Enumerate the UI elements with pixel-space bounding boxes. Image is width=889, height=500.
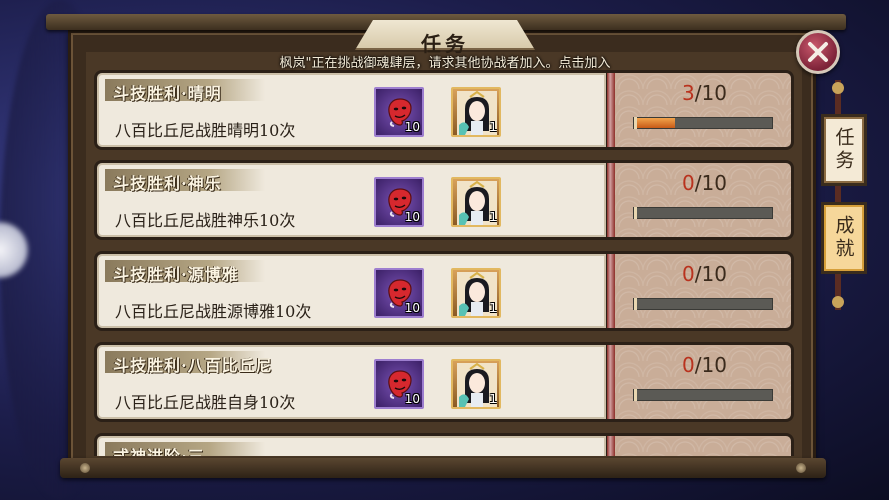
task-row[interactable]: 斗技胜利·晴明 八百比丘尼战胜晴明10次 10 1 3/10	[94, 70, 794, 150]
progress-fill	[634, 118, 676, 128]
scroll-bottom-bar	[60, 458, 826, 478]
progress-current: 0	[682, 171, 695, 195]
task-progress-panel: 0/10	[615, 342, 794, 422]
task-info: 斗技胜利·源博雅 八百比丘尼战胜源博雅10次 10 1	[94, 251, 609, 331]
reward-item[interactable]: 1	[451, 87, 501, 137]
reward-count: 10	[404, 120, 420, 134]
task-row[interactable]: 斗技胜利·神乐 八百比丘尼战胜神乐10次 10 1 0/10	[94, 160, 794, 240]
bolt-icon	[80, 463, 90, 473]
task-row[interactable]: 斗技胜利·源博雅 八百比丘尼战胜源博雅10次 10 1 0/10	[94, 251, 794, 331]
progress-cap	[634, 207, 637, 219]
progress-bar	[633, 389, 773, 401]
progress-bar	[633, 207, 773, 219]
progress-total: /10	[694, 171, 727, 195]
task-description: 八百比丘尼战胜源博雅10次	[115, 302, 312, 321]
task-title: 斗技胜利·晴明	[113, 84, 222, 103]
reward-count: 10	[404, 210, 420, 224]
reward-count: 10	[404, 301, 420, 315]
close-button[interactable]	[796, 30, 840, 74]
tab-task[interactable]: 任务	[821, 114, 867, 186]
task-title: 斗技胜利·八百比丘尼	[113, 356, 273, 375]
progress-bar	[633, 298, 773, 310]
task-info: 斗技胜利·神乐 八百比丘尼战胜神乐10次 10 1	[94, 160, 609, 240]
progress-bar	[633, 117, 773, 129]
task-description: 八百比丘尼战胜自身10次	[115, 393, 296, 412]
task-progress-panel: 3/10	[615, 70, 794, 150]
reward-count: 10	[404, 392, 420, 406]
pole-knob-icon	[832, 82, 844, 94]
task-description: 八百比丘尼战胜神乐10次	[115, 211, 296, 230]
progress-cap	[634, 298, 637, 310]
task-progress-panel	[615, 433, 794, 456]
task-row[interactable]: 斗技胜利·八百比丘尼 八百比丘尼战胜自身10次 10 1 0/10	[94, 342, 794, 422]
progress-total: /10	[694, 81, 727, 105]
reward-count: 1	[489, 392, 497, 406]
progress-cap	[634, 117, 637, 129]
reward-item[interactable]: 1	[451, 359, 501, 409]
row-divider	[607, 433, 615, 456]
progress-current: 3	[682, 81, 695, 105]
close-icon	[808, 42, 828, 62]
reward-count: 1	[489, 120, 497, 134]
progress-cap	[634, 389, 637, 401]
task-info: 式神进阶·三	[94, 433, 609, 456]
task-title: 式神进阶·三	[113, 443, 205, 456]
task-description: 八百比丘尼战胜晴明10次	[115, 121, 296, 140]
reward-item[interactable]: 10	[374, 177, 424, 227]
reward-count: 1	[489, 210, 497, 224]
progress-total: /10	[694, 353, 727, 377]
reward-item[interactable]: 10	[374, 268, 424, 318]
row-divider	[607, 70, 615, 150]
progress-current: 0	[682, 353, 695, 377]
task-title: 斗技胜利·神乐	[113, 174, 222, 193]
progress-text: 0/10	[615, 262, 794, 286]
progress-text: 0/10	[615, 171, 794, 195]
task-progress-panel: 0/10	[615, 160, 794, 240]
reward-item[interactable]: 10	[374, 359, 424, 409]
row-divider	[607, 342, 615, 422]
task-row[interactable]: 式神进阶·三	[94, 433, 794, 456]
reward-item[interactable]: 1	[451, 177, 501, 227]
progress-text: 3/10	[615, 81, 794, 105]
reward-item[interactable]: 1	[451, 268, 501, 318]
task-info: 斗技胜利·八百比丘尼 八百比丘尼战胜自身10次 10 1	[94, 342, 609, 422]
bolt-icon	[796, 463, 806, 473]
row-divider	[607, 160, 615, 240]
task-info: 斗技胜利·晴明 八百比丘尼战胜晴明10次 10 1	[94, 70, 609, 150]
task-progress-panel: 0/10	[615, 251, 794, 331]
task-title: 斗技胜利·源博雅	[113, 265, 239, 284]
pole-knob-icon	[832, 296, 844, 308]
progress-text: 0/10	[615, 353, 794, 377]
tab-achievement[interactable]: 成就	[821, 202, 867, 274]
row-divider	[607, 251, 615, 331]
reward-item[interactable]: 10	[374, 87, 424, 137]
reward-count: 1	[489, 301, 497, 315]
progress-total: /10	[694, 262, 727, 286]
invite-banner[interactable]: 枫岚"正在挑战御魂肆层，请求其他协战者加入。点击加入	[180, 52, 710, 71]
progress-current: 0	[682, 262, 695, 286]
